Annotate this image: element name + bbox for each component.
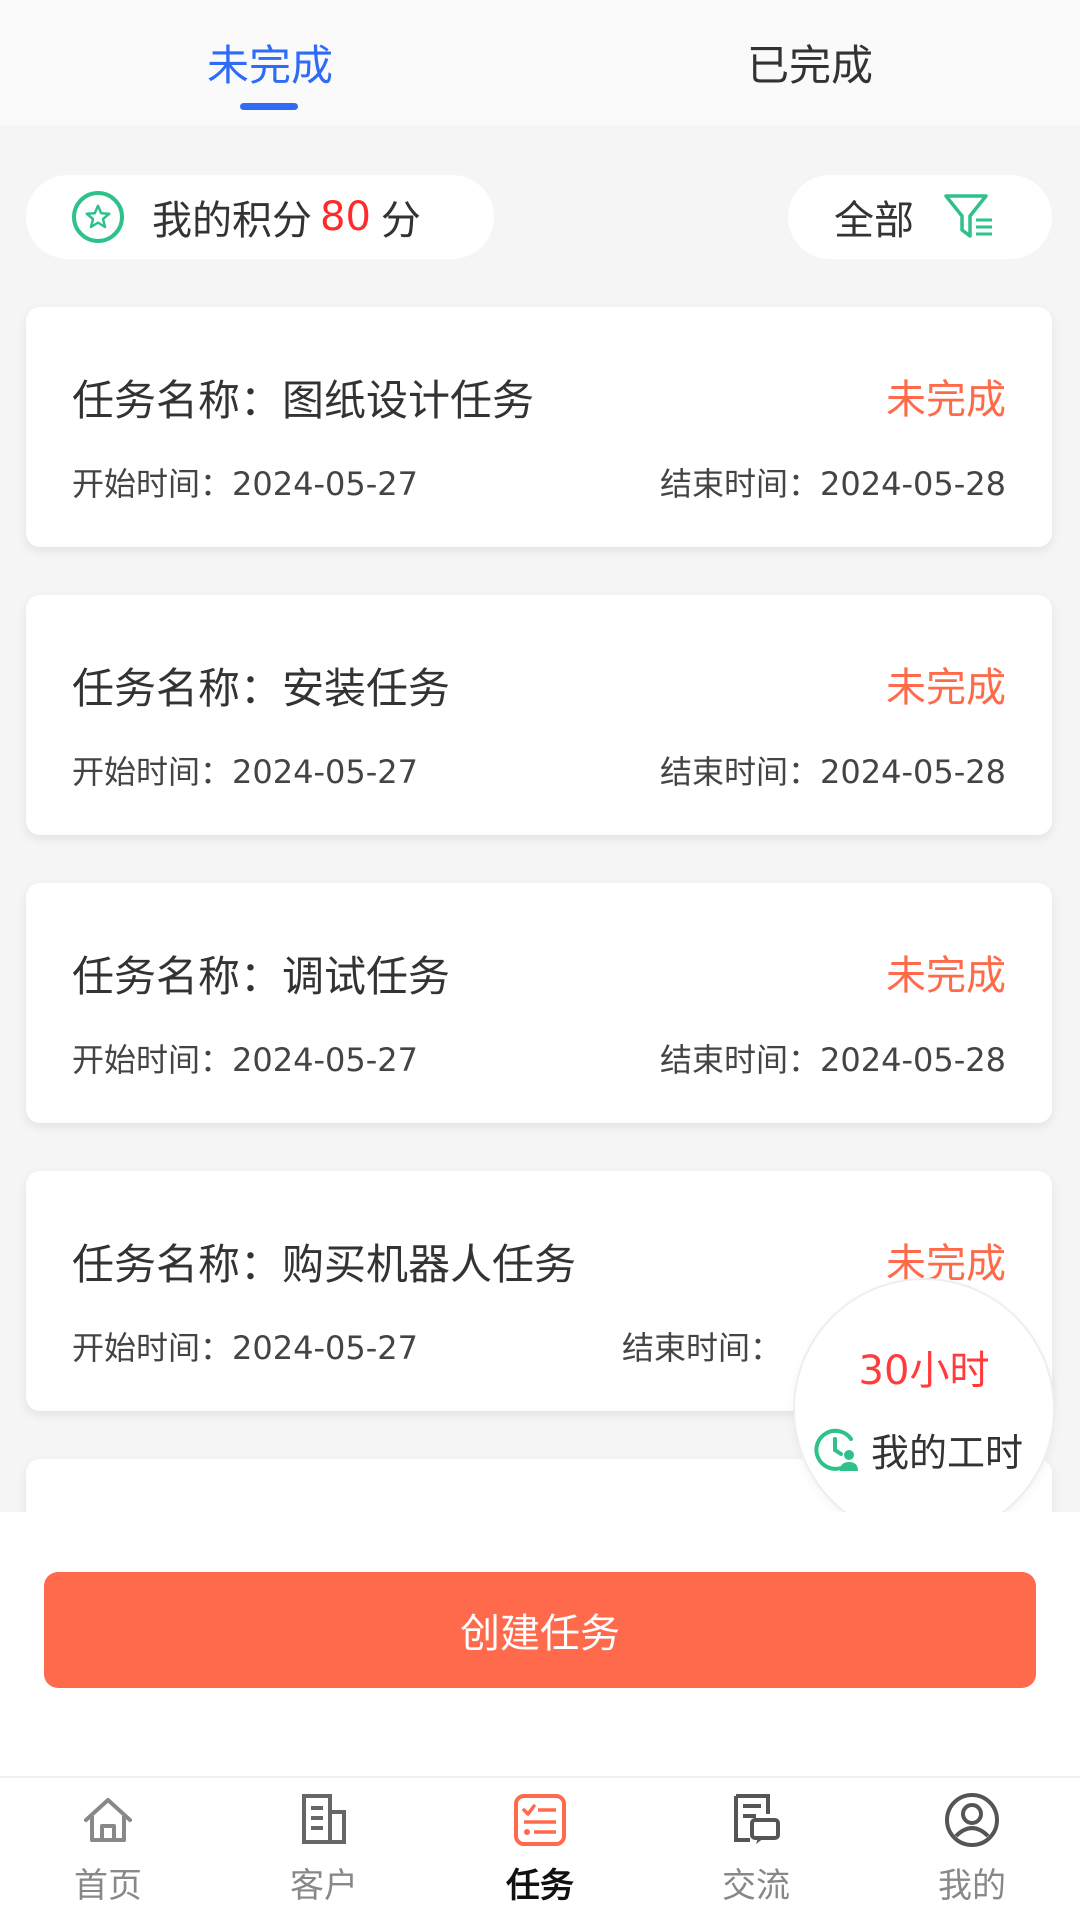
tab-incomplete-label: 未完成: [206, 41, 333, 90]
task-start-time: 开始时间：2024-05-27: [72, 753, 418, 791]
tabbar-item-tasks[interactable]: 任务: [432, 1778, 648, 1920]
task-card[interactable]: 任务名称：调试任务 未完成 开始时间：2024-05-27 结束时间：2024-…: [26, 883, 1052, 1123]
task-status: 未完成: [886, 1241, 1006, 1287]
work-hours-label: 我的工时: [871, 1431, 1024, 1475]
task-status: 未完成: [886, 665, 1006, 711]
my-work-hours-button[interactable]: 30小时 我的工时: [795, 1280, 1053, 1538]
task-end-time: 结束时间：2024-05-28: [660, 1041, 1006, 1079]
task-end-time: 结束时间：: [621, 1329, 782, 1367]
task-card[interactable]: 任务名称：图纸设计任务 未完成 开始时间：2024-05-27 结束时间：202…: [26, 307, 1052, 547]
task-name: 任务名称：安装任务: [72, 664, 451, 713]
tabbar-item-home[interactable]: 首页: [0, 1778, 216, 1920]
star-icon: [72, 191, 124, 243]
status-tabs: 未完成 已完成: [0, 0, 1080, 125]
tabbar-label: 首页: [74, 1866, 142, 1906]
tabbar-item-messages[interactable]: 交流: [648, 1778, 864, 1920]
active-tab-indicator: [240, 103, 298, 110]
work-hours-value: 30小时: [858, 1348, 990, 1394]
filter-dropdown[interactable]: 全部: [788, 175, 1052, 259]
clock-user-icon: [811, 1425, 861, 1475]
points-unit: 分: [380, 198, 421, 244]
tabbar-label: 客户: [290, 1866, 358, 1906]
task-start-time: 开始时间：2024-05-27: [72, 1329, 418, 1367]
work-hours-row: 我的工时: [811, 1422, 1023, 1477]
task-list-icon: [510, 1790, 570, 1850]
task-name: 任务名称：调试任务: [72, 952, 451, 1001]
task-end-time: 结束时间：2024-05-28: [660, 465, 1006, 503]
message-icon: [726, 1790, 786, 1850]
task-start-time: 开始时间：2024-05-27: [72, 1041, 418, 1079]
bottom-action-area: 创建任务: [0, 1512, 1080, 1776]
task-status: 未完成: [886, 377, 1006, 423]
filter-icon: [942, 190, 996, 244]
tab-completed[interactable]: 已完成: [540, 0, 1080, 125]
tabbar-label: 我的: [938, 1866, 1006, 1906]
task-card[interactable]: 任务名称：安装任务 未完成 开始时间：2024-05-27 结束时间：2024-…: [26, 595, 1052, 835]
points-label: 我的积分: [152, 198, 312, 244]
task-name: 任务名称：购买机器人任务: [72, 1240, 577, 1289]
bottom-tabbar: 首页 客户 任务 交流 我的: [0, 1776, 1080, 1920]
task-name: 任务名称：图纸设计任务: [72, 376, 535, 425]
tabbar-label: 交流: [722, 1866, 790, 1906]
create-task-button[interactable]: 创建任务: [44, 1572, 1036, 1688]
home-icon: [78, 1790, 138, 1850]
building-icon: [294, 1790, 354, 1850]
task-end-time: 结束时间：2024-05-28: [660, 753, 1006, 791]
my-points-pill[interactable]: 我的积分 80 分: [26, 175, 494, 259]
task-start-time: 开始时间：2024-05-27: [72, 465, 418, 503]
tab-completed-label: 已完成: [746, 41, 873, 90]
user-icon: [942, 1790, 1002, 1850]
tabbar-label: 任务: [506, 1866, 574, 1906]
filter-label: 全部: [834, 198, 914, 244]
task-status: 未完成: [886, 953, 1006, 999]
tabbar-item-me[interactable]: 我的: [864, 1778, 1080, 1920]
tabbar-item-customers[interactable]: 客户: [216, 1778, 432, 1920]
points-value: 80: [320, 194, 371, 240]
